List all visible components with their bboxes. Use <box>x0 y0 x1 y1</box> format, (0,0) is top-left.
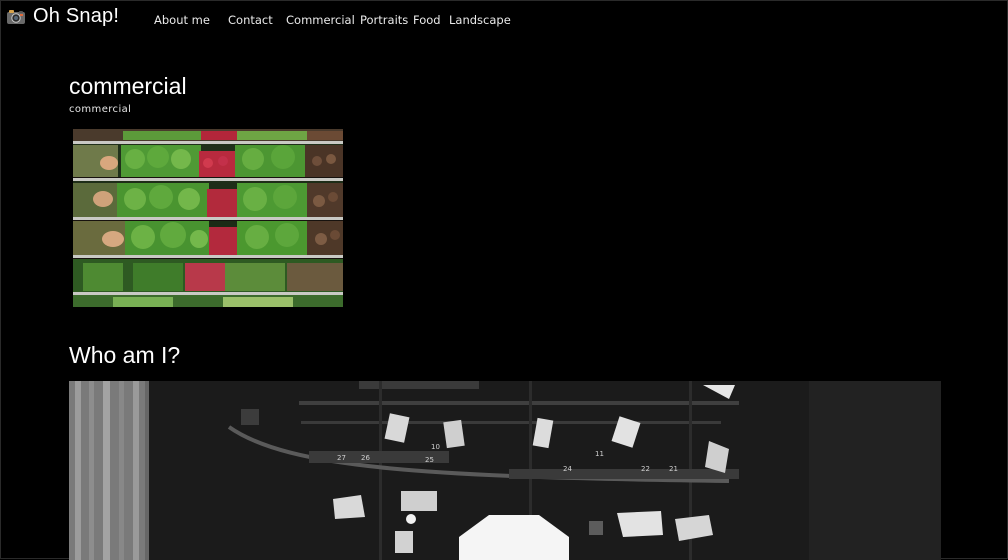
nav-link-food[interactable]: Food <box>413 13 441 27</box>
about-heading: Who am I? <box>69 342 181 368</box>
nav-link-contact[interactable]: Contact <box>228 13 273 27</box>
commercial-photo <box>73 129 343 307</box>
truss-label: 22 <box>641 465 650 473</box>
studio-lights-image: 27 26 25 10 11 22 21 24 <box>69 381 941 560</box>
page-subtitle: commercial <box>69 104 132 115</box>
nav-link-about-me[interactable]: About me <box>154 13 210 27</box>
truss-label: 24 <box>563 465 572 473</box>
navbar: Oh Snap! About me Contact Commercial Por… <box>1 1 1007 39</box>
produce-shelves-image <box>73 129 343 307</box>
truss-label: 21 <box>669 465 678 473</box>
nav-link-portraits[interactable]: Portraits <box>360 13 408 27</box>
nav-menu: About me Contact Commercial Portraits Fo… <box>1 13 1007 31</box>
page-title: commercial <box>69 73 187 99</box>
truss-label: 11 <box>595 450 604 458</box>
truss-label: 26 <box>361 454 370 462</box>
nav-link-commercial[interactable]: Commercial <box>286 13 355 27</box>
truss-label: 10 <box>431 443 440 451</box>
truss-label: 27 <box>337 454 346 462</box>
studio-photo: 27 26 25 10 11 22 21 24 <box>69 381 941 560</box>
nav-link-landscape[interactable]: Landscape <box>449 13 511 27</box>
truss-label: 25 <box>425 456 434 464</box>
